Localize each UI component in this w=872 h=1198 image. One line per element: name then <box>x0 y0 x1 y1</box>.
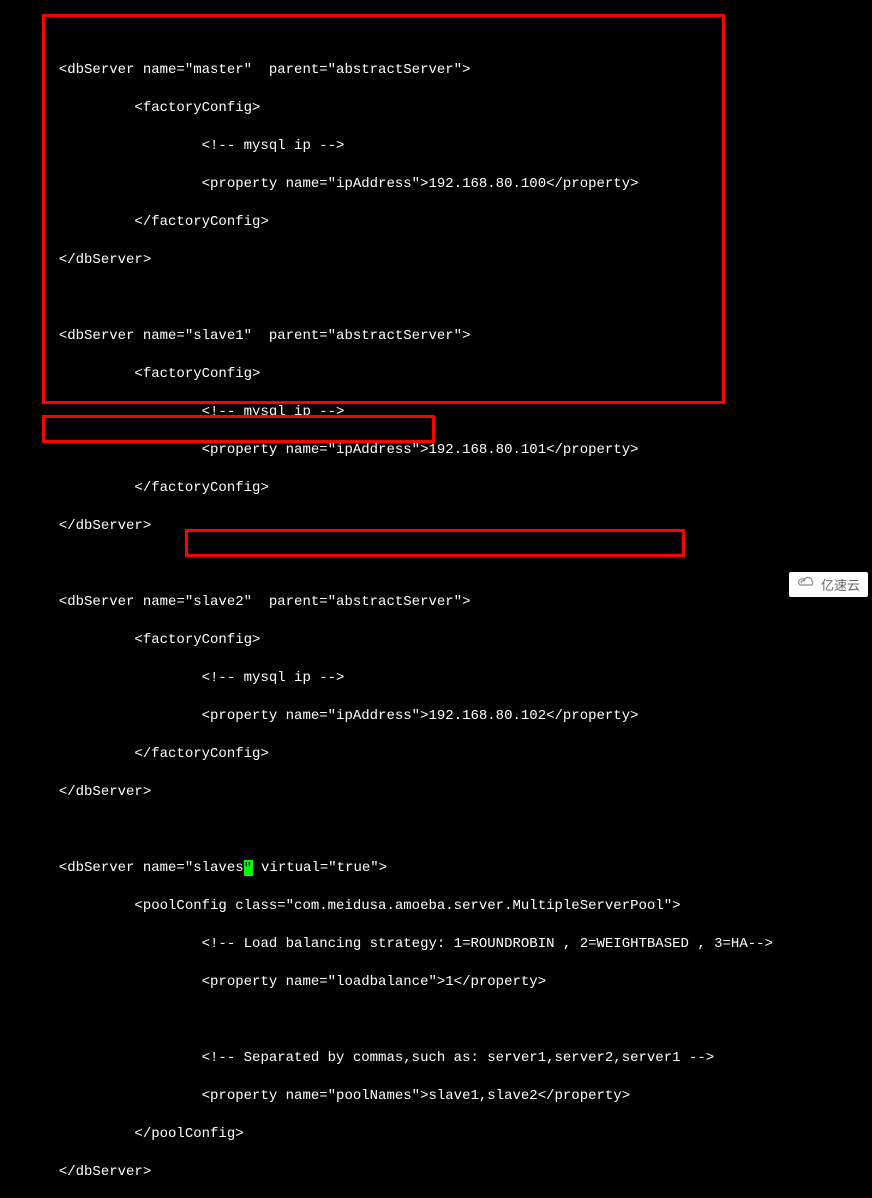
code-line: <factoryConfig> <box>0 631 872 650</box>
code-line: <dbServer name="master" parent="abstract… <box>0 61 872 80</box>
code-line <box>0 23 872 42</box>
code-line: <property name="poolNames">slave1,slave2… <box>0 1087 872 1106</box>
terminal-content[interactable]: <dbServer name="master" parent="abstract… <box>0 0 872 1198</box>
code-line: <!-- Separated by commas,such as: server… <box>0 1049 872 1068</box>
code-line: </dbServer> <box>0 517 872 536</box>
code-line: </dbServer> <box>0 251 872 270</box>
code-line: <!-- mysql ip --> <box>0 669 872 688</box>
code-line: <factoryConfig> <box>0 365 872 384</box>
code-line: <property name="loadbalance">1</property… <box>0 973 872 992</box>
code-line <box>0 289 872 308</box>
cloud-icon <box>797 576 817 593</box>
code-line: <property name="ipAddress">192.168.80.10… <box>0 441 872 460</box>
code-line: <!-- mysql ip --> <box>0 137 872 156</box>
code-line: </poolConfig> <box>0 1125 872 1144</box>
code-line <box>0 821 872 840</box>
code-line: <dbServer name="slave2" parent="abstract… <box>0 593 872 612</box>
code-line: <dbServer name="slave1" parent="abstract… <box>0 327 872 346</box>
code-line: </dbServer> <box>0 1163 872 1182</box>
code-line <box>0 555 872 574</box>
cursor-line: <dbServer name="slaves" virtual="true"> <box>0 859 872 878</box>
code-line <box>0 1011 872 1030</box>
code-line: </factoryConfig> <box>0 213 872 232</box>
code-line: </dbServer> <box>0 783 872 802</box>
code-line: <!-- Load balancing strategy: 1=ROUNDROB… <box>0 935 872 954</box>
cursor-icon: " <box>244 860 253 876</box>
code-line: <property name="ipAddress">192.168.80.10… <box>0 175 872 194</box>
code-line: <!-- mysql ip --> <box>0 403 872 422</box>
code-line: <property name="ipAddress">192.168.80.10… <box>0 707 872 726</box>
code-line: </factoryConfig> <box>0 479 872 498</box>
code-line: <factoryConfig> <box>0 99 872 118</box>
code-line: </factoryConfig> <box>0 745 872 764</box>
cursor-post: virtual="true"> <box>253 860 387 876</box>
watermark-text: 亿速云 <box>821 575 860 594</box>
code-line: <poolConfig class="com.meidusa.amoeba.se… <box>0 897 872 916</box>
watermark: 亿速云 <box>789 572 868 597</box>
cursor-pre: <dbServer name="slaves <box>0 860 244 876</box>
